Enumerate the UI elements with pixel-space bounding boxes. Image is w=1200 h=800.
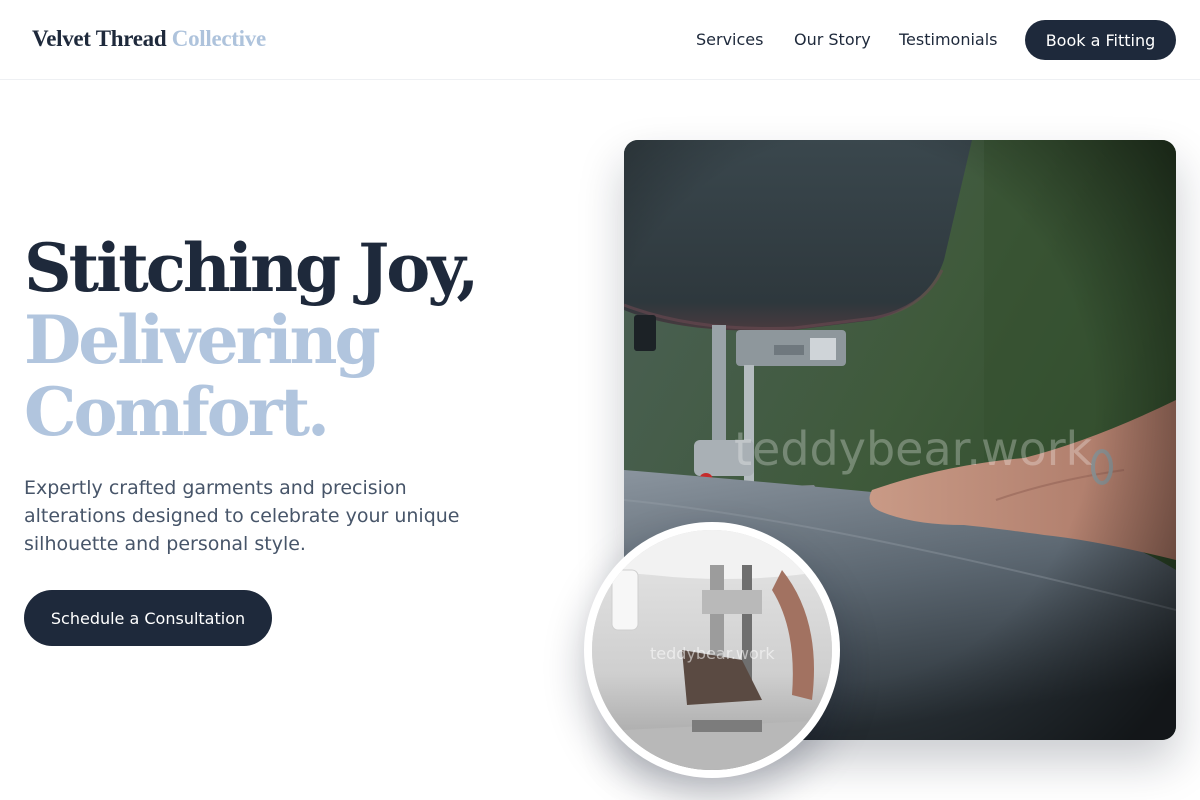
nav-link-our-story[interactable]: Our Story: [794, 30, 871, 49]
brand-name-accent: Collective: [171, 26, 266, 51]
brand-name-primary: Velvet Thread: [32, 26, 167, 51]
sewing-closeup-photo: teddybear.work: [584, 522, 840, 778]
headline-line-3: Comfort.: [24, 373, 330, 451]
nav-link-services[interactable]: Services: [696, 30, 763, 49]
book-fitting-button[interactable]: Book a Fitting: [1025, 20, 1176, 60]
nav-link-testimonials[interactable]: Testimonials: [899, 30, 998, 49]
headline-line-2: Delivering: [24, 301, 381, 379]
schedule-consultation-button[interactable]: Schedule a Consultation: [24, 590, 272, 646]
sewing-closeup-illustration: [592, 530, 832, 770]
headline-line-1: Stitching Joy,: [24, 229, 479, 307]
brand-logo[interactable]: Velvet Thread Collective: [32, 26, 266, 52]
site-header: Velvet Thread Collective Services Our St…: [0, 0, 1200, 80]
hero-headline: Stitching Joy, Delivering Comfort.: [24, 229, 479, 451]
hero-subtext: Expertly crafted garments and precision …: [24, 477, 460, 555]
